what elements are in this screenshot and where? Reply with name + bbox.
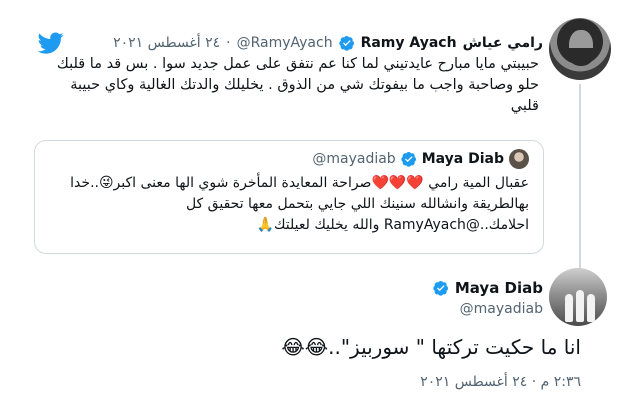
verified-badge-icon <box>433 281 448 296</box>
quoted-author-name: Maya Diab <box>421 151 504 167</box>
avatar-figure <box>565 294 573 322</box>
avatar-figure <box>576 290 584 322</box>
avatar[interactable] <box>549 18 611 80</box>
quoted-tweet-text: عقبال المية رامي ❤️❤️❤️صراحة المعايدة ال… <box>70 175 529 233</box>
twitter-bird-icon[interactable] <box>36 30 66 56</box>
tweet-text: حبيبتي مايا مبارح عايدتيني لما كنا عم نت… <box>56 56 539 114</box>
tweet-header: رامي عياش Ramy Ayach @RamyAyach · ٢٤ أغس… <box>113 33 543 53</box>
tweet-timestamp[interactable]: ٢:٣٦ م · ٢٤ أغسطس ٢٠٢١ <box>420 374 581 390</box>
main-tweet-author: Maya Diab <box>433 279 543 297</box>
avatar-figure <box>587 294 595 322</box>
author-name-arabic[interactable]: رامي عياش <box>463 35 543 51</box>
avatar-beard <box>569 48 593 66</box>
verified-badge-icon <box>338 36 354 51</box>
quoted-tweet-card[interactable]: Maya Diab @mayadiab عقبال المية رامي ❤️❤… <box>34 140 544 254</box>
tweet-date[interactable]: ٢٤ أغسطس ٢٠٢١ <box>113 35 220 51</box>
author-name[interactable]: Maya Diab <box>455 279 543 297</box>
author-name[interactable]: Ramy Ayach <box>361 35 457 51</box>
quoted-tweet-header: Maya Diab @mayadiab <box>312 149 529 169</box>
tweet-embed: رامي عياش Ramy Ayach @RamyAyach · ٢٤ أغس… <box>0 0 633 406</box>
tweet-text: انا ما حكيت تركتها " سوربيز"..😂😂 <box>281 335 581 359</box>
verified-badge-icon <box>401 152 416 167</box>
author-handle[interactable]: @mayadiab <box>460 301 543 317</box>
separator: · <box>226 35 231 51</box>
author-handle[interactable]: @RamyAyach <box>237 35 333 51</box>
avatar <box>509 149 529 169</box>
quoted-author-handle: @mayadiab <box>312 151 396 167</box>
thread-connector <box>579 84 581 274</box>
avatar[interactable] <box>549 268 607 326</box>
